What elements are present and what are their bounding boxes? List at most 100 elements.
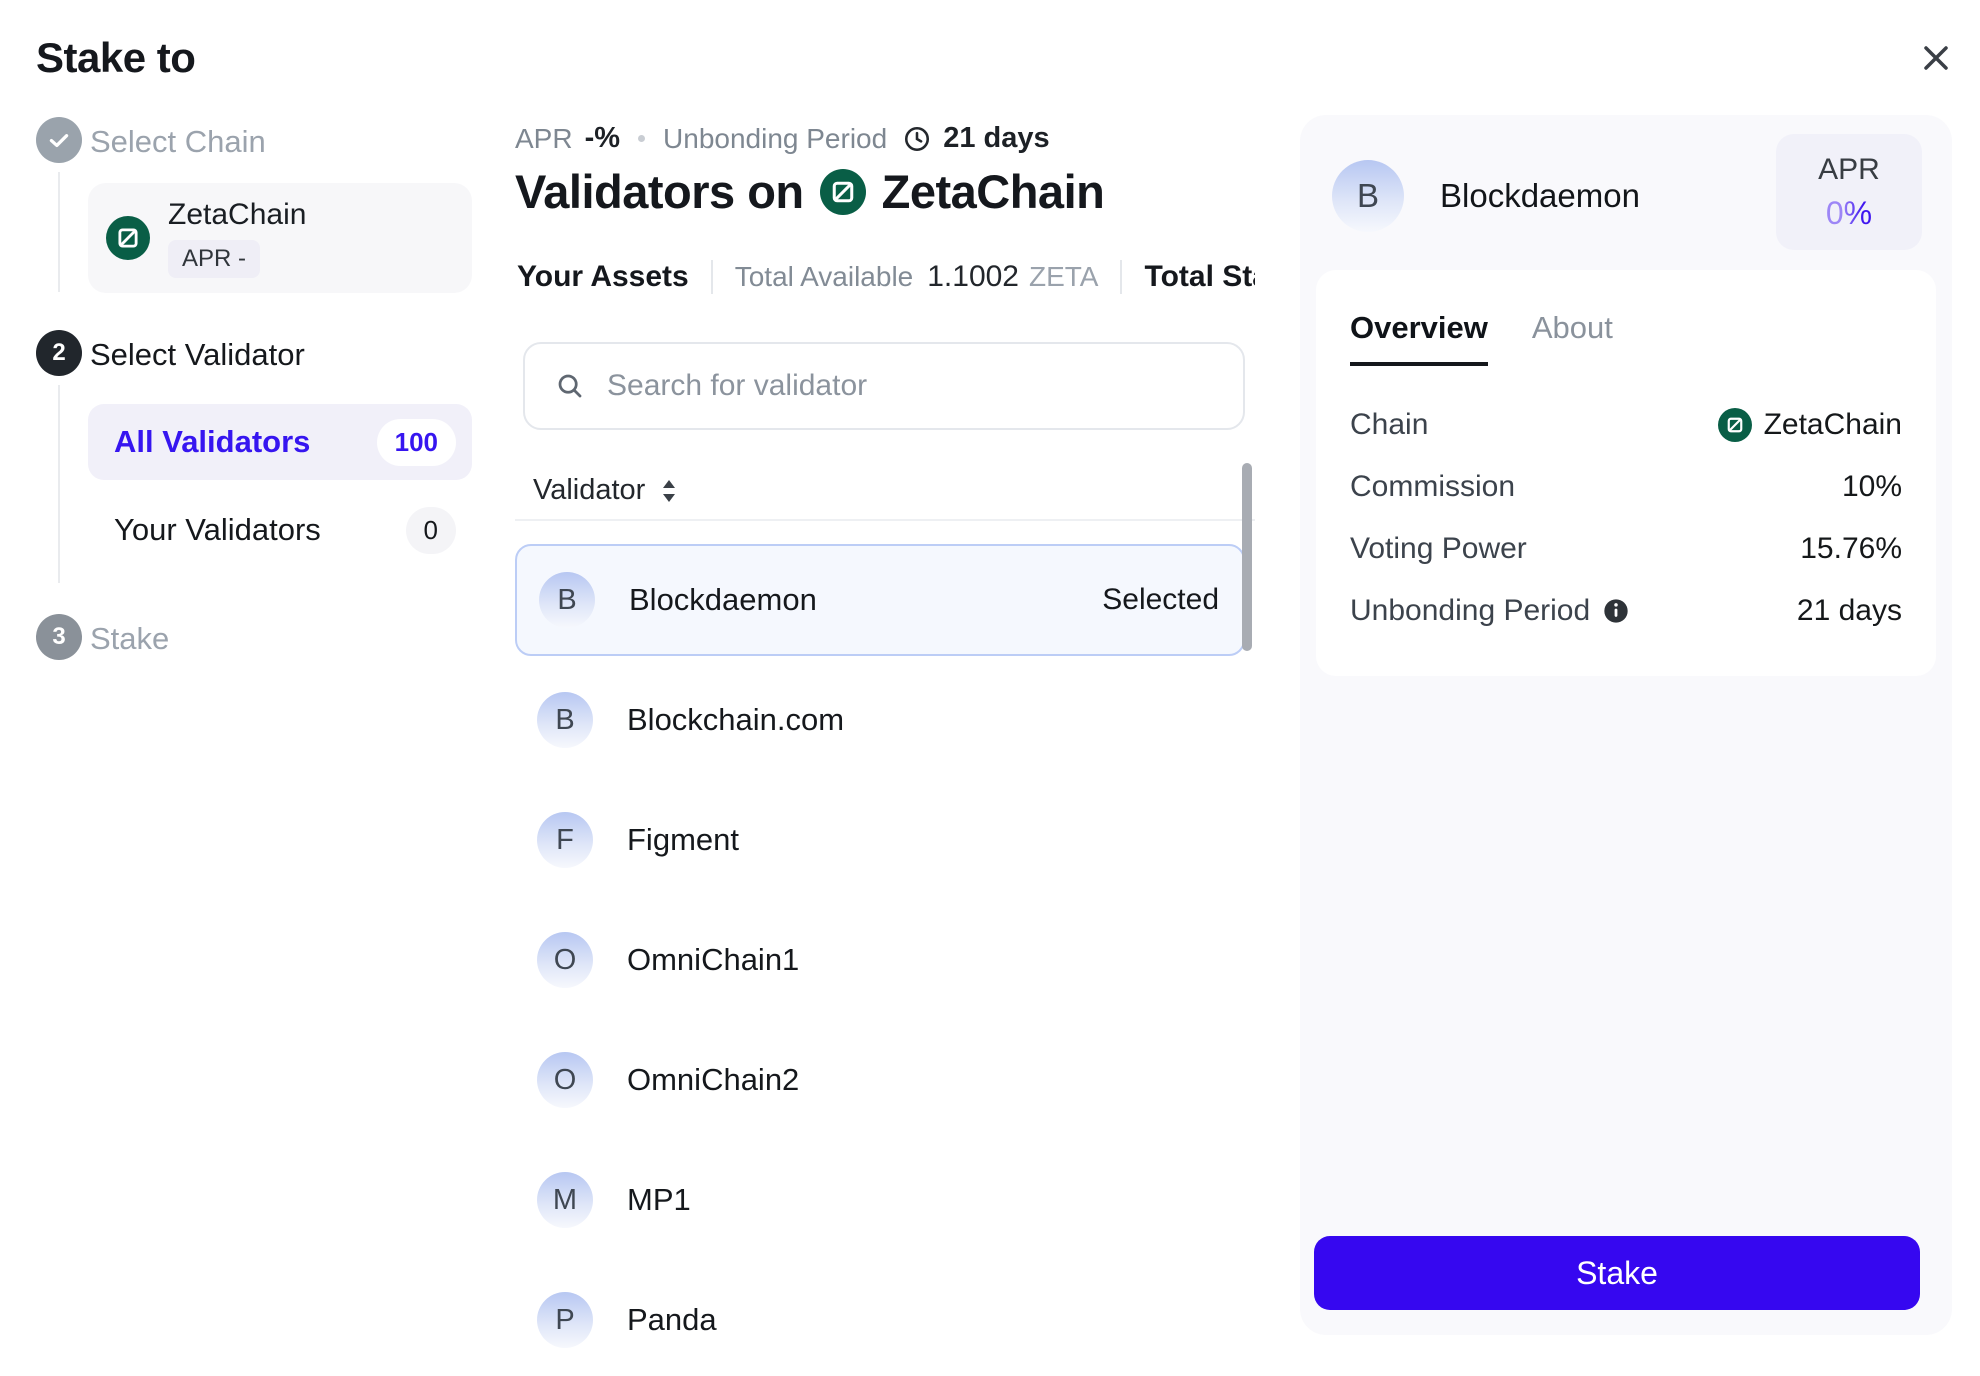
unbonding-meta-value: 21 days: [943, 122, 1049, 155]
validators-main-column: APR -% Unbonding Period 21 days Validato…: [515, 0, 1255, 1376]
your-validators-count-badge: 0: [406, 507, 456, 554]
validator-name: OmniChain1: [627, 942, 799, 978]
step2-number: 2: [52, 339, 65, 367]
total-available-unit: ZETA: [1029, 261, 1098, 293]
validator-name: Blockdaemon: [629, 582, 817, 618]
close-button[interactable]: [1908, 30, 1964, 86]
tab-about[interactable]: About: [1532, 310, 1613, 366]
validator-avatar: O: [537, 932, 593, 988]
voting-power-value: 15.76%: [1800, 532, 1902, 566]
step3-circle: 3: [36, 614, 82, 660]
commission-label: Commission: [1350, 470, 1515, 504]
chain-apr-pill: APR -: [168, 240, 260, 278]
unbonding-meta-label: Unbonding Period: [663, 123, 887, 155]
apr-chip-label: APR: [1818, 153, 1880, 187]
step-connector: [58, 172, 60, 292]
validator-avatar: P: [537, 1292, 593, 1348]
page-title: Stake to: [36, 34, 195, 82]
validator-row[interactable]: B Blockchain.com: [515, 660, 1245, 780]
apr-chip-value: 0%: [1826, 195, 1872, 232]
divider: [711, 260, 713, 294]
close-icon: [1918, 40, 1954, 76]
validator-row[interactable]: O OmniChain1: [515, 900, 1245, 1020]
validator-detail-name: Blockdaemon: [1440, 177, 1640, 215]
sidebar-item-your-validators[interactable]: Your Validators 0: [88, 496, 472, 564]
unbonding-period-row: Unbonding Period 21 days: [1350, 580, 1902, 642]
divider: [515, 519, 1255, 521]
all-validators-count-badge: 100: [377, 419, 456, 466]
validator-row[interactable]: O OmniChain2: [515, 1020, 1245, 1140]
validator-column-label: Validator: [533, 474, 645, 507]
total-available-value: 1.1002: [927, 260, 1019, 294]
validator-name: Panda: [627, 1302, 717, 1338]
divider: [1120, 260, 1122, 294]
check-icon: [46, 127, 72, 153]
sidebar-item-all-validators[interactable]: All Validators 100: [88, 404, 472, 480]
validator-avatar: B: [537, 692, 593, 748]
validator-avatar: B: [1332, 160, 1404, 232]
search-input[interactable]: [605, 368, 1169, 404]
step3-label: Stake: [90, 621, 169, 657]
your-validators-label: Your Validators: [114, 512, 321, 548]
voting-power-row: Voting Power 15.76%: [1350, 518, 1902, 580]
chain-value: ZetaChain: [1764, 408, 1902, 442]
validator-sort-header[interactable]: Validator: [533, 474, 679, 507]
apr-meta-label: APR: [515, 123, 573, 155]
list-scrollbar[interactable]: [1242, 463, 1252, 651]
unbonding-period-label: Unbonding Period: [1350, 594, 1590, 628]
heading-prefix: Validators on: [515, 164, 804, 219]
stake-modal: Stake to Select Chain ZetaChain APR - 2 …: [0, 0, 1980, 1376]
all-validators-label: All Validators: [114, 424, 310, 460]
step1-label: Select Chain: [90, 124, 266, 160]
step-connector: [58, 385, 60, 583]
chain-meta-row: APR -% Unbonding Period 21 days: [515, 122, 1050, 155]
heading-chain: ZetaChain: [882, 164, 1105, 219]
zetachain-icon: [106, 216, 150, 260]
selected-status-badge: Selected: [1102, 583, 1219, 617]
search-icon: [555, 371, 585, 401]
total-staked-label: Total Stak: [1144, 260, 1255, 294]
selected-chain-card[interactable]: ZetaChain APR -: [88, 183, 472, 293]
validator-avatar: B: [539, 572, 595, 628]
page-heading: Validators on ZetaChain: [515, 164, 1104, 219]
info-icon[interactable]: [1602, 597, 1630, 625]
step3-number: 3: [52, 623, 65, 651]
chain-name: ZetaChain: [168, 198, 306, 232]
validator-avatar: M: [537, 1172, 593, 1228]
validator-name: MP1: [627, 1182, 691, 1218]
validator-overview-card: Overview About Chain ZetaChain: [1316, 270, 1936, 676]
validator-name: OmniChain2: [627, 1062, 799, 1098]
validator-avatar: F: [537, 812, 593, 868]
validator-row[interactable]: M MP1: [515, 1140, 1245, 1260]
validator-row[interactable]: P Panda: [515, 1260, 1245, 1376]
validator-name: Blockchain.com: [627, 702, 844, 738]
tab-overview[interactable]: Overview: [1350, 310, 1488, 366]
chain-row: Chain ZetaChain: [1350, 394, 1902, 456]
total-available-label: Total Available: [735, 261, 914, 293]
step2-circle: 2: [36, 330, 82, 376]
validator-detail-panel: B Blockdaemon APR 0% Overview About Chai…: [1300, 115, 1952, 1335]
validator-search[interactable]: [523, 342, 1245, 430]
apr-meta-value: -%: [585, 122, 620, 155]
clock-icon: [903, 125, 931, 153]
assets-summary-row: Your Assets Total Available 1.1002 ZETA …: [517, 260, 1255, 294]
dot-separator: [638, 135, 645, 142]
sort-icon: [659, 476, 679, 506]
stake-button[interactable]: Stake: [1314, 1236, 1920, 1310]
voting-power-label: Voting Power: [1350, 532, 1527, 566]
detail-tabs: Overview About: [1350, 270, 1902, 366]
validator-name: Figment: [627, 822, 739, 858]
step2-label: Select Validator: [90, 337, 305, 373]
your-assets-label: Your Assets: [517, 260, 689, 294]
validator-avatar: O: [537, 1052, 593, 1108]
apr-chip: APR 0%: [1776, 134, 1922, 250]
validator-row[interactable]: F Figment: [515, 780, 1245, 900]
validator-row-selected[interactable]: B Blockdaemon Selected: [515, 544, 1245, 656]
overview-rows: Chain ZetaChain Commission 10%: [1350, 394, 1902, 642]
commission-row: Commission 10%: [1350, 456, 1902, 518]
step1-done-circle: [36, 117, 82, 163]
chain-label: Chain: [1350, 408, 1428, 442]
unbonding-period-value: 21 days: [1797, 594, 1902, 628]
zetachain-icon: [820, 169, 866, 215]
zetachain-icon: [1718, 408, 1752, 442]
